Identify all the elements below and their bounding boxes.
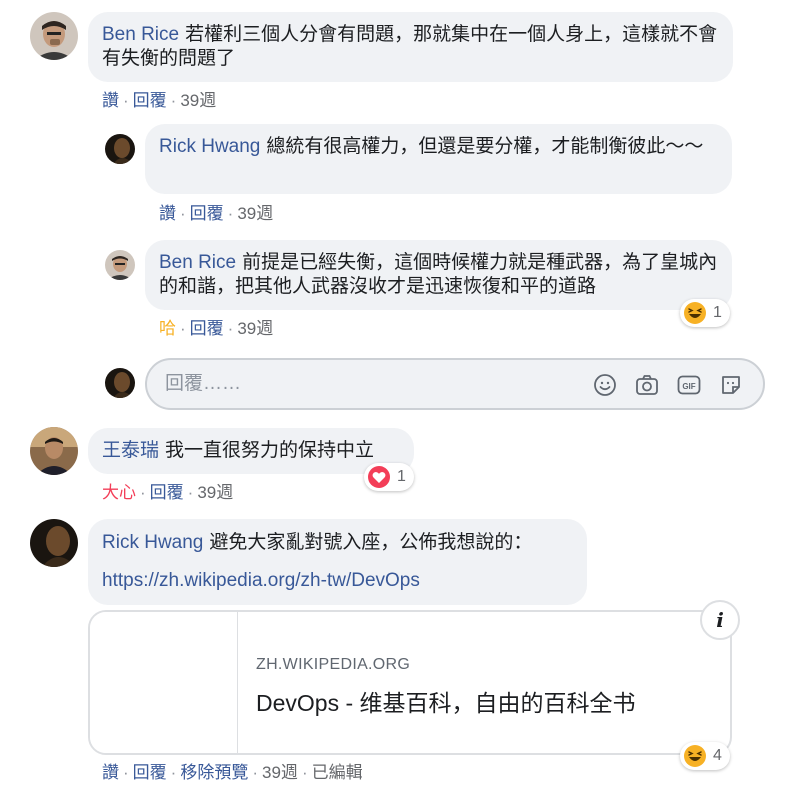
comment-author[interactable]: Ben Rice xyxy=(159,252,236,273)
timestamp[interactable]: 39週 xyxy=(237,319,273,338)
remove-preview-button[interactable]: 移除預覽 xyxy=(180,763,248,782)
haha-reaction-button[interactable]: 哈 xyxy=(159,319,176,338)
comment-bubble: Ben Rice 若權利三個人分會有問題，那就集中在一個人身上，這樣就不會有失衡的… xyxy=(88,12,733,82)
comment-text: 若權利三個人分會有問題，那就集中在一個人身上，這樣就不會有失衡的問題了 xyxy=(102,24,718,69)
comment-actions: 大心 · 回覆 · 39週 xyxy=(102,483,234,502)
reply-button[interactable]: 回覆 xyxy=(150,483,184,502)
avatar-ben-rice[interactable] xyxy=(105,250,135,280)
reaction-count: 1 xyxy=(713,304,722,321)
timestamp[interactable]: 39週 xyxy=(197,483,233,502)
reaction-count: 1 xyxy=(397,468,406,485)
avatar-current-user xyxy=(105,368,135,398)
link-preview-card[interactable]: ZH.WIKIPEDIA.ORG DevOps - 维基百科，自由的百科全书 xyxy=(88,610,732,755)
link-preview-domain: ZH.WIKIPEDIA.ORG xyxy=(256,656,411,673)
avatar-rick-hwang[interactable] xyxy=(30,519,78,567)
info-icon[interactable]: i xyxy=(700,600,740,640)
comment-link[interactable]: https://zh.wikipedia.org/zh-tw/DevOps xyxy=(102,570,420,591)
avatar-ben-rice[interactable] xyxy=(30,12,78,60)
comment-bubble: 王泰瑞 我一直很努力的保持中立 xyxy=(88,428,414,474)
reply-button[interactable]: 回覆 xyxy=(133,91,167,110)
love-reaction-button[interactable]: 大心 xyxy=(102,483,136,502)
comment-actions: 讚 · 回覆 · 39週 xyxy=(159,204,274,223)
reply-box: GIF xyxy=(145,358,765,410)
avatar-rick-hwang[interactable] xyxy=(105,134,135,164)
comment-actions: 哈 · 回覆 · 39週 xyxy=(159,319,274,338)
love-heart-icon xyxy=(368,466,390,488)
timestamp[interactable]: 39週 xyxy=(262,763,298,782)
haha-emoji-icon xyxy=(684,745,706,767)
avatar-current-user-photo xyxy=(105,368,135,398)
comment-author[interactable]: Ben Rice xyxy=(102,24,179,45)
emoji-icon[interactable] xyxy=(593,373,617,397)
comment-actions: 讚 · 回覆 · 39週 xyxy=(102,91,217,110)
like-button[interactable]: 讚 xyxy=(102,763,119,782)
avatar-ben-rice-photo xyxy=(30,12,78,60)
comment-author[interactable]: Rick Hwang xyxy=(102,532,203,553)
reaction-badge[interactable]: 4 xyxy=(680,742,730,770)
comment-text: 總統有很高權力，但還是要分權，才能制衡彼此～～ xyxy=(266,136,704,157)
reply-button[interactable]: 回覆 xyxy=(190,319,224,338)
link-preview-thumbnail[interactable] xyxy=(90,612,238,753)
link-preview-title[interactable]: DevOps - 维基百科，自由的百科全书 xyxy=(256,684,636,718)
reaction-count: 4 xyxy=(713,747,722,764)
avatar-ben-rice-photo xyxy=(105,250,135,280)
comment-bubble: Ben Rice 前提是已經失衡，這個時候權力就是種武器，為了皇城內的和諧，把其他… xyxy=(145,240,732,310)
reply-input[interactable] xyxy=(165,372,565,396)
comment-text: 我一直很努力的保持中立 xyxy=(165,440,375,461)
camera-icon[interactable] xyxy=(635,373,659,397)
avatar-rick-hwang-photo xyxy=(105,134,135,164)
timestamp[interactable]: 39週 xyxy=(180,91,216,110)
svg-text:GIF: GIF xyxy=(682,382,695,391)
comment-author[interactable]: Rick Hwang xyxy=(159,136,260,157)
timestamp[interactable]: 39週 xyxy=(237,204,273,223)
comment-actions: 讚 · 回覆 · 移除預覽 · 39週 · 已編輯 xyxy=(102,763,363,782)
edited-label[interactable]: 已編輯 xyxy=(312,763,363,782)
avatar-wang-tai-rui[interactable] xyxy=(30,427,78,475)
gif-icon[interactable]: GIF xyxy=(677,373,701,397)
comment-bubble: Rick Hwang 總統有很高權力，但還是要分權，才能制衡彼此～～ xyxy=(145,124,732,194)
reaction-badge[interactable]: 1 xyxy=(364,463,414,491)
haha-emoji-icon xyxy=(684,302,706,324)
comment-text: 前提是已經失衡，這個時候權力就是種武器，為了皇城內的和諧，把其他人武器沒收才是迅… xyxy=(159,252,718,297)
sticker-icon[interactable] xyxy=(719,373,743,397)
avatar-wang-tai-rui-photo xyxy=(30,427,78,475)
like-button[interactable]: 讚 xyxy=(102,91,119,110)
reply-button[interactable]: 回覆 xyxy=(133,763,167,782)
comment-author[interactable]: 王泰瑞 xyxy=(102,440,159,461)
avatar-rick-hwang-photo xyxy=(30,519,78,567)
comment-bubble: Rick Hwang 避免大家亂對號入座，公佈我想說的： https://zh.w… xyxy=(88,519,587,605)
like-button[interactable]: 讚 xyxy=(159,204,176,223)
comment-text: 避免大家亂對號入座，公佈我想說的： xyxy=(209,532,533,553)
reaction-badge[interactable]: 1 xyxy=(680,299,730,327)
reply-button[interactable]: 回覆 xyxy=(190,204,224,223)
